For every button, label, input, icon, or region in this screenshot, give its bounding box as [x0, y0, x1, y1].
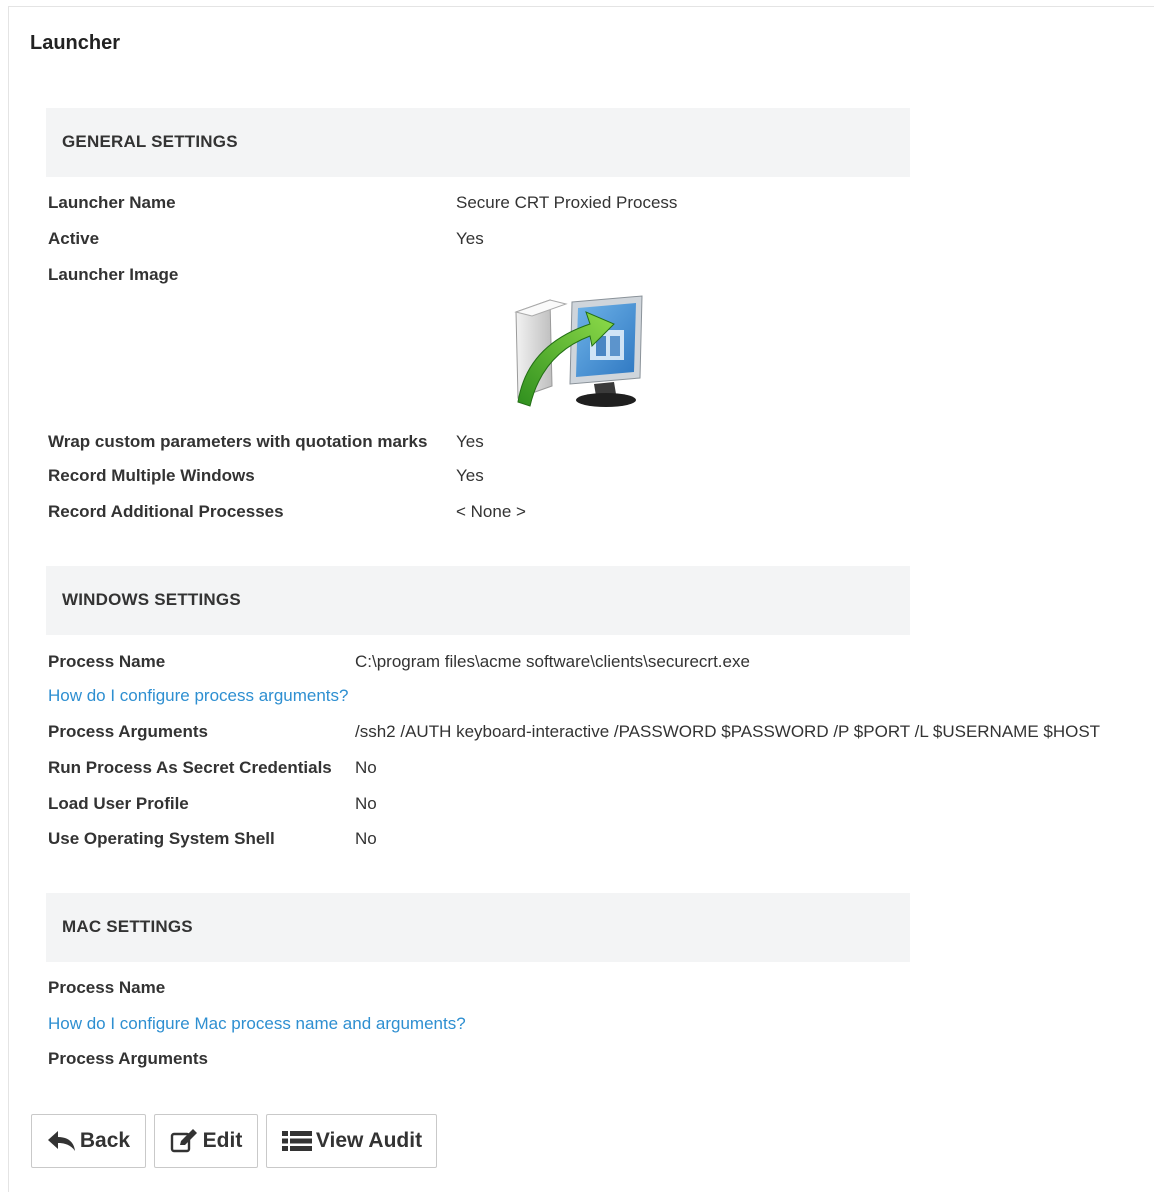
view-audit-button[interactable]: View Audit [266, 1114, 437, 1168]
page-title: Launcher [30, 32, 121, 54]
general-settings-header: GENERAL SETTINGS [46, 108, 910, 177]
load-user-profile-value: No [355, 794, 377, 813]
launcher-name-value: Secure CRT Proxied Process [456, 193, 678, 212]
edit-button-label: Edit [202, 1129, 243, 1152]
view-audit-button-label: View Audit [315, 1129, 423, 1152]
use-os-shell-label: Use Operating System Shell [48, 829, 275, 848]
launcher-monitor-arrow-icon [510, 294, 645, 412]
record-multiple-windows-value: Yes [456, 466, 484, 485]
wrap-quotes-label: Wrap custom parameters with quotation ma… [48, 432, 428, 451]
reply-arrow-icon [47, 1131, 75, 1151]
windows-settings-header: WINDOWS SETTINGS [46, 566, 910, 635]
mac-settings-header: MAC SETTINGS [46, 893, 910, 962]
record-additional-processes-value: < None > [456, 502, 526, 521]
back-button-label: Back [79, 1129, 131, 1152]
wrap-quotes-value: Yes [456, 432, 484, 451]
back-button[interactable]: Back [31, 1114, 146, 1168]
mac-process-help-link[interactable]: How do I configure Mac process name and … [48, 1014, 466, 1034]
mac-settings-heading: MAC SETTINGS [62, 917, 193, 936]
launcher-name-label: Launcher Name [48, 193, 176, 212]
general-settings-heading: GENERAL SETTINGS [62, 132, 238, 151]
windows-process-name-value: C:\program files\acme software\clients\s… [355, 652, 750, 671]
list-icon [281, 1131, 312, 1151]
record-additional-processes-label: Record Additional Processes [48, 502, 284, 521]
run-as-secret-credentials-value: No [355, 758, 377, 777]
windows-process-name-label: Process Name [48, 652, 166, 671]
load-user-profile-label: Load User Profile [48, 794, 189, 813]
edit-icon [170, 1129, 197, 1153]
launcher-image-label: Launcher Image [48, 265, 179, 284]
mac-process-arguments-label: Process Arguments [48, 1049, 208, 1068]
windows-process-arguments-value: /ssh2 /AUTH keyboard-interactive /PASSWO… [355, 722, 1101, 741]
record-multiple-windows-label: Record Multiple Windows [48, 466, 255, 485]
edit-button[interactable]: Edit [154, 1114, 258, 1168]
windows-process-arguments-label: Process Arguments [48, 722, 208, 741]
windows-settings-heading: WINDOWS SETTINGS [62, 590, 241, 609]
run-as-secret-credentials-label: Run Process As Secret Credentials [48, 758, 332, 777]
mac-process-name-label: Process Name [48, 978, 166, 997]
active-value: Yes [456, 229, 484, 248]
active-label: Active [48, 229, 100, 248]
process-arguments-help-link[interactable]: How do I configure process arguments? [48, 686, 349, 706]
use-os-shell-value: No [355, 829, 377, 848]
